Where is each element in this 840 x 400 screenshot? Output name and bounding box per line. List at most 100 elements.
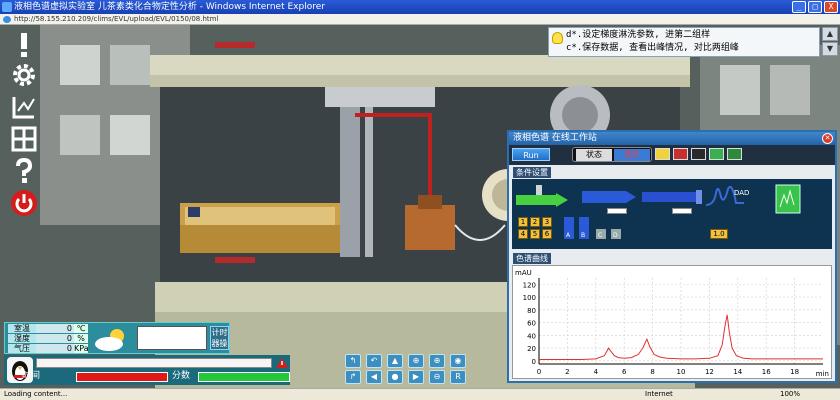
env-unit: % <box>74 334 88 343</box>
sample-key-6[interactable]: 6 <box>542 229 552 239</box>
panel-title-text: 液相色谱 在线工作站 <box>513 133 597 143</box>
hint-line: c*.保存数据, 查看出峰情况, 对比两组峰 <box>566 43 739 53</box>
x-tick-label: 8 <box>650 368 654 376</box>
chromatogram-svg: 0 20 40 60 80 100 120 0 2 4 6 8 10 12 14 16 18 mAU min <box>515 269 829 378</box>
y-tick-label: 20 <box>527 345 536 353</box>
detector-readout[interactable]: 1.0 <box>710 229 728 239</box>
zoom-button[interactable]: ⊕ <box>429 354 445 368</box>
center-button[interactable]: ● <box>387 370 403 384</box>
move-left-button[interactable]: ◀ <box>366 370 382 384</box>
pump-icon[interactable] <box>582 187 638 207</box>
dad-detector-icon[interactable]: DAD <box>704 181 754 211</box>
weather-icon <box>95 329 124 351</box>
env-value: 0 <box>36 344 74 353</box>
method-icon[interactable] <box>709 148 724 160</box>
column-icon[interactable] <box>642 189 704 205</box>
flow-slider[interactable] <box>607 208 627 214</box>
power-icon[interactable] <box>10 189 38 217</box>
env-value: 0 <box>36 324 74 333</box>
folder-icon[interactable] <box>655 148 670 160</box>
workstation-panel: 液相色谱 在线工作站 ✕ Run 状态 洗针 条件设置 DAD 1 2 3 4 … <box>507 130 837 383</box>
curve-label: 色谱曲线 <box>513 253 551 264</box>
score-label: 分数 <box>172 371 191 381</box>
column-temp-slider[interactable] <box>672 208 692 214</box>
status-value: 洗针 <box>614 149 650 161</box>
address-text[interactable]: http://58.155.210.209/clims/EVL/upload/E… <box>14 15 218 23</box>
warning-icon[interactable] <box>276 358 288 368</box>
ie-window: 液相色谱虚拟实验室 儿茶素类化合物定性分析 - Windows Internet… <box>0 0 840 400</box>
time-bar <box>76 372 168 382</box>
help-icon[interactable] <box>10 157 38 185</box>
sample-key-3[interactable]: 3 <box>542 217 552 227</box>
env-label: 气压 <box>8 344 36 353</box>
env-label: 室温 <box>8 324 36 333</box>
x-tick-label: 2 <box>565 368 569 376</box>
timer-button[interactable]: 计时 器操 <box>210 326 229 350</box>
sample-key-2[interactable]: 2 <box>530 217 540 227</box>
panel-title: 液相色谱 在线工作站 ✕ <box>509 132 835 145</box>
solvent-a-label: A <box>566 232 571 239</box>
view-button[interactable]: ◉ <box>450 354 466 368</box>
turn-left-up-button[interactable]: ↰ <box>345 354 361 368</box>
close-button[interactable]: X <box>824 1 838 13</box>
hint-down-button[interactable]: ▼ <box>822 42 838 56</box>
chart-icon[interactable] <box>10 93 38 121</box>
x-tick-label: 14 <box>733 368 742 376</box>
turn-right-button[interactable]: ↱ <box>345 370 361 384</box>
lightbulb-icon <box>552 32 563 44</box>
zoom-in-button[interactable]: ⊕ <box>408 354 424 368</box>
app-icon <box>2 2 12 12</box>
solvent-d-icon[interactable]: D <box>611 229 621 239</box>
bottom-bar: 时间 分数 <box>4 355 290 385</box>
dad-label: DAD <box>734 189 749 197</box>
time-label: 时间 <box>22 371 41 381</box>
y-tick-label: 60 <box>527 320 536 328</box>
chromatogram-trace <box>539 314 823 360</box>
solvent-b-icon[interactable]: B <box>579 217 589 239</box>
chromatogram: 0 20 40 60 80 100 120 0 2 4 6 8 10 12 14 16 18 mAU min <box>512 265 832 379</box>
panel-close-icon[interactable]: ✕ <box>822 133 833 144</box>
y-tick-label: 100 <box>523 294 536 302</box>
y-tick-label: 0 <box>532 358 536 366</box>
internet-zone: Internet <box>645 390 673 398</box>
solvent-c-icon[interactable]: C <box>596 229 606 239</box>
run-button[interactable]: Run <box>512 148 550 161</box>
maximize-button[interactable]: □ <box>808 1 822 13</box>
solvent-a-icon[interactable]: A <box>564 217 574 239</box>
reset-button[interactable]: R <box>450 370 466 384</box>
camera-nav: ↰ ↶ ▲ ⊕ ⊕ ◉ ↱ ◀ ● ▶ ⊖ R <box>343 353 473 386</box>
save-icon[interactable] <box>691 148 706 160</box>
sample-key-4[interactable]: 4 <box>518 229 528 239</box>
hint-up-button[interactable]: ▲ <box>822 27 838 41</box>
zoom-level[interactable]: 100% <box>780 389 800 400</box>
env-row-temp: 室温 0 ℃ <box>8 324 88 333</box>
grid-icon[interactable] <box>10 125 38 153</box>
env-row-pressure: 气压 0 KPa <box>8 344 89 353</box>
panel-toolbar: Run 状态 洗针 <box>509 145 835 165</box>
minimize-button[interactable]: _ <box>792 1 806 13</box>
workstation-icon[interactable] <box>774 183 804 215</box>
status-bar: Loading content... Internet 100% <box>0 388 840 400</box>
gear-icon[interactable] <box>10 61 38 89</box>
autosampler-icon[interactable] <box>516 185 576 213</box>
status-label: 状态 <box>576 149 612 161</box>
x-tick-label: 16 <box>762 368 771 376</box>
environment-panel: 室温 0 ℃ 湿度 0% 气压 0 KPa 计时 器操 <box>4 322 230 354</box>
title-bar: 液相色谱虚拟实验室 儿茶素类化合物定性分析 - Windows Internet… <box>0 0 840 14</box>
move-up-button[interactable]: ▲ <box>387 354 403 368</box>
lamp-icon[interactable] <box>673 148 688 160</box>
info-display <box>137 326 207 350</box>
zoom-out-button[interactable]: ⊖ <box>429 370 445 384</box>
ie-page-icon <box>3 16 11 23</box>
conditions-area: DAD 1 2 3 4 5 6 A B C D 1.0 <box>512 179 832 249</box>
rotate-left-button[interactable]: ↶ <box>366 354 382 368</box>
move-right-button[interactable]: ▶ <box>408 370 424 384</box>
y-tick-label: 120 <box>523 281 536 289</box>
x-tick-label: 10 <box>677 368 686 376</box>
exclamation-icon[interactable] <box>10 31 38 59</box>
address-bar[interactable]: http://58.155.210.209/clims/EVL/upload/E… <box>0 14 840 25</box>
x-tick-label: 0 <box>537 368 541 376</box>
sample-key-5[interactable]: 5 <box>530 229 540 239</box>
report-icon[interactable] <box>727 148 742 160</box>
sample-key-1[interactable]: 1 <box>518 217 528 227</box>
